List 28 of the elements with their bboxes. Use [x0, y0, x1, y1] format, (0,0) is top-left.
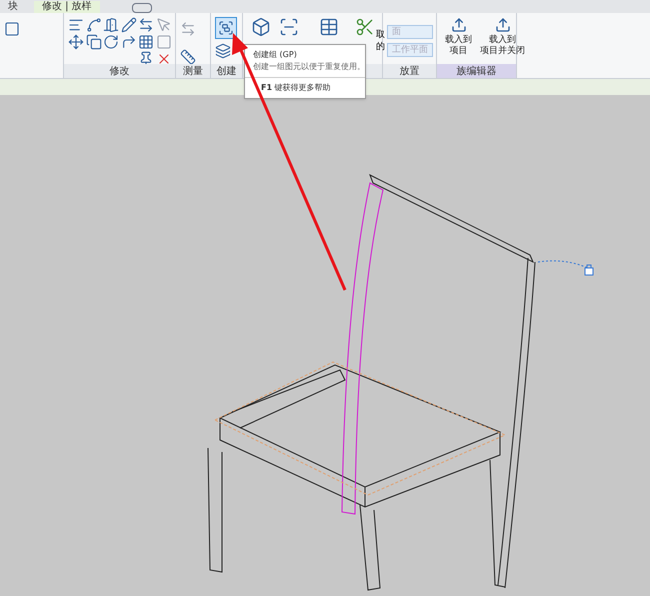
box-select-icon[interactable]: [279, 17, 299, 37]
ribbon-tab[interactable]: 块: [0, 1, 26, 13]
extrusion-icon[interactable]: [251, 17, 271, 37]
tooltip-title: 创建组 (GP): [252, 49, 298, 61]
load-button[interactable]: 载入到 项目并关闭: [480, 17, 525, 57]
panel-label: 测量: [176, 64, 210, 78]
pin-icon[interactable]: [138, 51, 154, 67]
ribbon-tab[interactable]: 修改 | 放样: [34, 1, 100, 13]
rotate-icon[interactable]: [103, 34, 119, 50]
grid-icon[interactable]: [319, 17, 339, 37]
pick-button-label[interactable]: 的: [376, 41, 385, 53]
tooltip-help: F1 键获得更多帮助: [261, 83, 331, 92]
component-icon[interactable]: [215, 43, 231, 59]
load-button[interactable]: 载入到 项目: [445, 17, 472, 57]
dashed-leader-line: [538, 260, 588, 268]
panel-label: 修改: [64, 64, 175, 78]
upload-icon: [450, 17, 466, 33]
copy-icon[interactable]: [86, 34, 102, 50]
panel-label: 放置: [383, 64, 436, 78]
pick-button-label[interactable]: 取: [376, 29, 385, 41]
panel-label: 创建: [211, 64, 242, 78]
panel-label: 族编辑器: [437, 64, 516, 78]
tooltip-description: 创建一组图元以便于重复使用。: [252, 61, 365, 73]
lock-icon[interactable]: [584, 264, 594, 276]
upload-icon: [494, 17, 510, 33]
move-icon[interactable]: [68, 34, 84, 50]
create-group-button[interactable]: [215, 17, 237, 39]
measure-icon[interactable]: [180, 49, 196, 65]
